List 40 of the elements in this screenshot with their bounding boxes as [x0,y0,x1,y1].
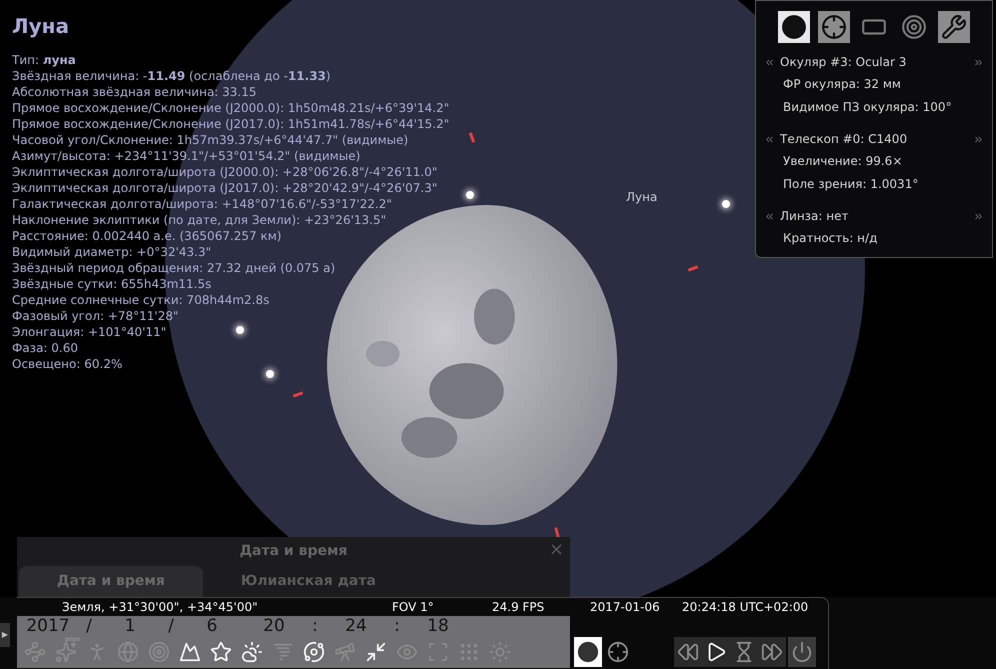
info-line: Элонгация: +101°40'11" [12,324,166,340]
ocular-info-line: Поле зрения: 1.0031° [782,176,920,193]
separator-text: : [311,616,319,636]
info-line: Эклиптическая долгота/широта (J2017.0): +28°20'42.9"/-4°26'07.3" [12,180,438,196]
info-line: Часовой угол/Склонение: 1h57m39.37s/+6°44'47.7" (видимые) [12,132,408,148]
info-line: Прямое восхождение/Склонение (J2017.0): 1h51m41.78s/+6°44'15.2" [12,116,450,132]
ocular-info-line: Увеличение: 99.6× [782,153,904,170]
info-line: Фаза: 0.60 [12,340,78,356]
separator-text: / [167,616,175,636]
info-line: Галактическая долгота/широта: +148°07'16.6"/-53°17'22.2" [12,196,392,212]
dialog-title: Дата и время [240,542,348,560]
info-line: Прямое восхождение/Склонение (J2000.0): 1h50m48.21s/+6°39'14.2" [12,100,450,116]
info-line: Средние солнечные сутки: 708h44m2.8s [12,292,270,308]
section-header: Линза: нет [780,208,850,225]
section-header: Окуляр #3: Ocular 3 [780,54,908,71]
info-line: Фазовый угол: +78°11'28" [12,308,179,324]
section-header: Телескоп #0: C1400 [780,131,908,148]
separator-text: : [393,616,401,636]
ocular-info-line: Видимое ПЗ окуляра: 100° [782,99,953,116]
fps-text: 24.9 FPS [492,599,546,616]
location-text: Земля, +31°30'00", +34°45'00" [62,599,259,616]
time-text: 20:24:18 UTC+02:00 [682,599,808,616]
info-line: Освещено: 60.2% [12,356,122,372]
object-label: Луна [626,189,658,206]
fov-text: FOV 1° [392,599,435,616]
info-line: Звёздная величина: -11.49 (ослаблена до -11.33) [12,68,331,84]
date-text: 2017-01-06 [590,599,661,616]
info-line: Звёздные сутки: 655h43m11.5s [12,276,212,292]
info-line: Расстояние: 0.002440 а.е. (365067.257 км) [12,228,282,244]
info-line: Наклонение эклиптики (по дате, для Земли): +23°26'13.5" [12,212,386,228]
object-title: Луна [12,13,69,40]
ocular-info-line: Кратность: н/д [782,230,878,247]
separator-text: / [85,616,93,636]
ocular-info-line: ФР окуляра: 32 мм [782,76,902,93]
info-line: Азимут/высота: +234°11'39.1"/+53°01'54.2" (видимые) [12,148,360,164]
info-line: Тип: луна [12,52,76,68]
info-line: Звёздный период обращения: 27.32 дней (0.075 а) [12,260,336,276]
info-line: Видимый диаметр: +0°32'43.3" [12,244,212,260]
info-line: Абсолютная звёздная величина: 33.15 [12,84,257,100]
info-line: Эклиптическая долгота/широта (J2000.0): +28°06'26.8"/-4°26'11.0" [12,164,438,180]
